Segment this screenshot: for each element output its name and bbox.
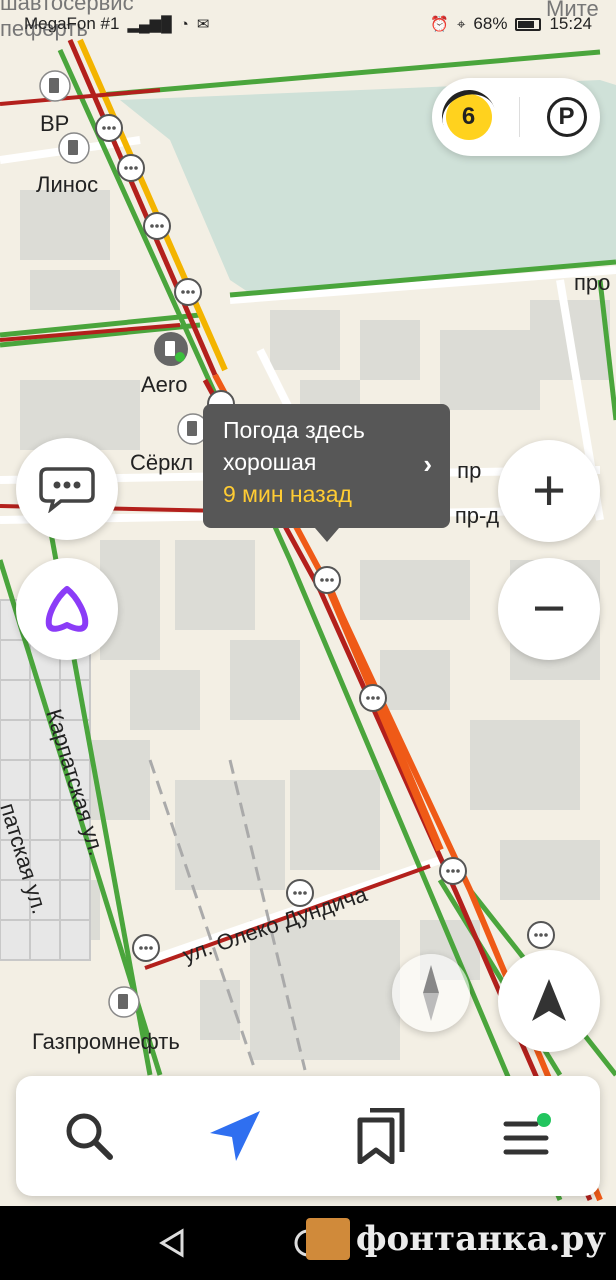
minus-icon: − — [532, 576, 566, 641]
parking-icon: P — [558, 103, 575, 130]
watermark: фонтанка.ру — [305, 1218, 606, 1260]
bookmarks-icon — [357, 1108, 405, 1164]
parking-button[interactable]: P — [546, 97, 587, 137]
search-icon — [66, 1113, 113, 1160]
compass-icon — [423, 965, 439, 1021]
plus-icon: + — [532, 458, 566, 523]
menu-icon — [503, 1113, 551, 1155]
bookmarks-button[interactable] — [341, 1096, 421, 1176]
label-pr-fragment: про — [574, 270, 610, 295]
signal-icon: ▂▄▆█ — [127, 16, 172, 33]
chat-button[interactable] — [16, 438, 118, 540]
label-bp: BP — [40, 111, 69, 136]
watermark-text: фонтанка.ру — [355, 1219, 606, 1259]
my-location-button[interactable] — [498, 950, 600, 1052]
label-gazpromneft: Газпромнефть — [32, 1029, 180, 1054]
wifi-icon: ◔ — [179, 15, 189, 33]
navigation-button[interactable] — [195, 1096, 275, 1176]
menu-button[interactable] — [487, 1096, 567, 1176]
clock: 15:24 — [549, 14, 592, 33]
battery-percent: 68% — [473, 14, 508, 33]
bottom-toolbar — [16, 1076, 600, 1196]
label-aero: Aero — [141, 372, 187, 397]
traffic-level-button[interactable]: 6 — [445, 94, 492, 140]
weather-tooltip[interactable]: Погода здесь хорошая 9 мин назад › — [203, 404, 450, 542]
alarm-icon: ⏰ — [430, 16, 449, 33]
label-circle-k: Сёркл — [130, 450, 193, 475]
zoom-in-button[interactable]: + — [498, 440, 600, 542]
chat-bubble-icon — [39, 467, 95, 513]
battery-icon — [515, 17, 542, 31]
tooltip-line1: Погода здесь — [223, 417, 365, 443]
traffic-parking-pill: 6 P — [432, 78, 600, 156]
alice-button[interactable] — [16, 558, 118, 660]
status-bar: MegaFon #1 ▂▄▆█ ◔ ✉ ⏰ ⌖ 68% 15:24 — [0, 0, 616, 48]
zoom-out-button[interactable]: − — [498, 558, 600, 660]
message-icon: ✉ — [196, 16, 210, 33]
location-icon: ⌖ — [456, 15, 466, 33]
carrier-label: MegaFon #1 — [24, 14, 120, 33]
fontanka-logo-icon — [305, 1218, 350, 1260]
tooltip-line2: хорошая — [223, 449, 317, 475]
back-button[interactable] — [150, 1206, 194, 1280]
location-arrow-icon — [532, 979, 566, 1021]
alice-icon — [45, 586, 89, 632]
chevron-right-icon: › — [423, 449, 432, 479]
tooltip-time: 9 мин назад — [223, 481, 352, 507]
traffic-level-value: 6 — [461, 103, 476, 130]
navigation-arrow-icon — [210, 1111, 260, 1161]
label-linos: Линос — [36, 172, 98, 197]
search-button[interactable] — [49, 1096, 129, 1176]
pill-divider — [518, 97, 520, 137]
compass-button[interactable] — [392, 954, 470, 1032]
back-triangle-icon — [159, 1228, 184, 1258]
